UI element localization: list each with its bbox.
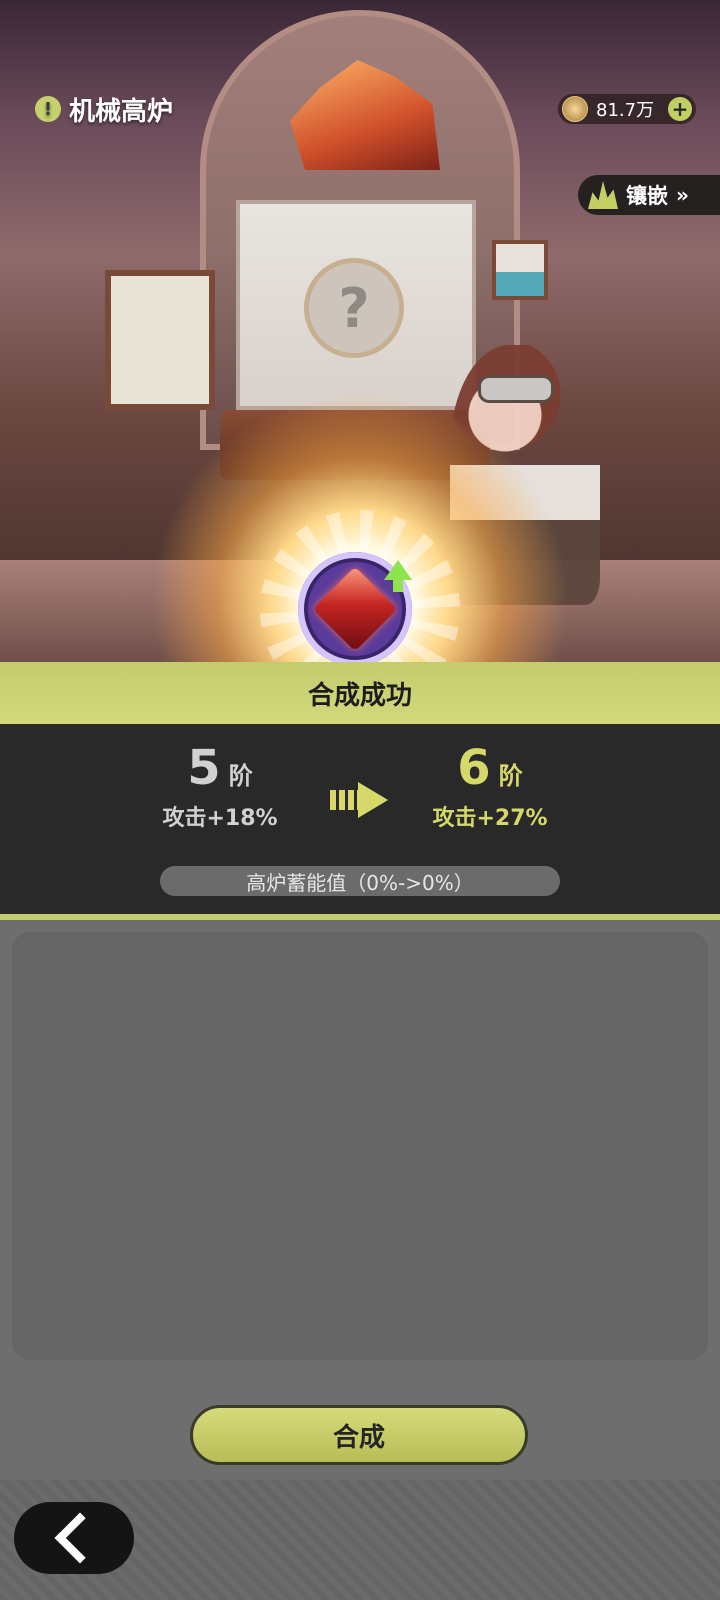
upgrade-arrow-icon xyxy=(384,560,412,592)
plus-icon[interactable]: + xyxy=(668,97,692,121)
back-button[interactable] xyxy=(14,1502,134,1574)
new-attribute: 攻击+27% xyxy=(432,806,548,831)
success-banner: 合成成功 xyxy=(0,662,720,724)
old-attribute: 攻击+18% xyxy=(162,806,278,831)
currency-amount: 81.7万 xyxy=(596,100,655,121)
material-area xyxy=(12,932,708,1360)
compose-label: 合成 xyxy=(332,1422,385,1453)
success-banner-text: 合成成功 xyxy=(307,680,412,711)
page-title: ! 机械高炉 xyxy=(35,91,173,127)
crystal-icon xyxy=(588,181,618,209)
currency-bar: 81.7万 + xyxy=(558,94,696,124)
old-level-number: 5 xyxy=(187,740,221,796)
old-level-unit: 阶 xyxy=(228,762,253,790)
energy-text: 高炉蓄能值（0%->0%） xyxy=(246,870,474,895)
right-lamp xyxy=(492,240,548,300)
energy-bar: 高炉蓄能值（0%->0%） xyxy=(160,866,560,896)
back-arrow-icon xyxy=(54,1512,106,1564)
unknown-item-slot[interactable]: ? xyxy=(304,258,404,358)
inlay-label: 镶嵌 xyxy=(626,184,668,208)
compose-button[interactable]: 合成 xyxy=(190,1405,528,1465)
new-level-number: 6 xyxy=(457,740,491,796)
arrow-right-icon xyxy=(330,782,390,818)
page-title-text: 机械高炉 xyxy=(69,96,174,127)
left-lamp xyxy=(105,270,215,410)
coin-icon xyxy=(562,96,588,122)
inlay-button[interactable]: 镶嵌 » xyxy=(578,175,720,215)
old-level-block: 5阶 攻击+18% xyxy=(120,742,320,832)
new-level-unit: 阶 xyxy=(498,762,523,790)
chevron-right-icon: » xyxy=(676,183,689,207)
warning-icon[interactable]: ! xyxy=(35,96,61,122)
new-level-block: 6阶 攻击+27% xyxy=(390,742,590,832)
